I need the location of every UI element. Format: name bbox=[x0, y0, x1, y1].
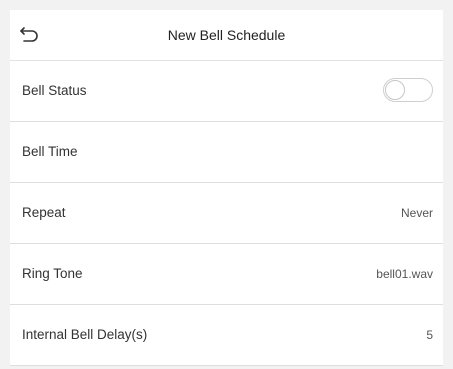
bell-time-label: Bell Time bbox=[22, 144, 78, 159]
bell-status-row[interactable]: Bell Status bbox=[10, 61, 443, 122]
repeat-label: Repeat bbox=[22, 205, 66, 220]
bell-time-row[interactable]: Bell Time bbox=[10, 122, 443, 183]
settings-list: Bell Status Bell Time Repeat Never Ring … bbox=[10, 61, 443, 366]
bell-status-label: Bell Status bbox=[22, 83, 87, 98]
ring-tone-value: bell01.wav bbox=[376, 267, 433, 281]
back-arrow-icon bbox=[20, 27, 38, 42]
back-button[interactable] bbox=[18, 23, 42, 47]
toggle-knob bbox=[385, 79, 405, 100]
ring-tone-row[interactable]: Ring Tone bell01.wav bbox=[10, 244, 443, 305]
header-bar: New Bell Schedule bbox=[10, 10, 443, 61]
repeat-row[interactable]: Repeat Never bbox=[10, 183, 443, 244]
internal-bell-delay-label: Internal Bell Delay(s) bbox=[22, 327, 148, 342]
repeat-value: Never bbox=[400, 206, 433, 220]
internal-bell-delay-row[interactable]: Internal Bell Delay(s) 5 bbox=[10, 305, 443, 366]
page-title: New Bell Schedule bbox=[167, 27, 286, 43]
bell-status-toggle[interactable] bbox=[383, 78, 433, 102]
bell-schedule-screen: New Bell Schedule Bell Status Bell Time … bbox=[0, 0, 453, 369]
ring-tone-label: Ring Tone bbox=[22, 266, 83, 281]
internal-bell-delay-value: 5 bbox=[426, 328, 433, 342]
